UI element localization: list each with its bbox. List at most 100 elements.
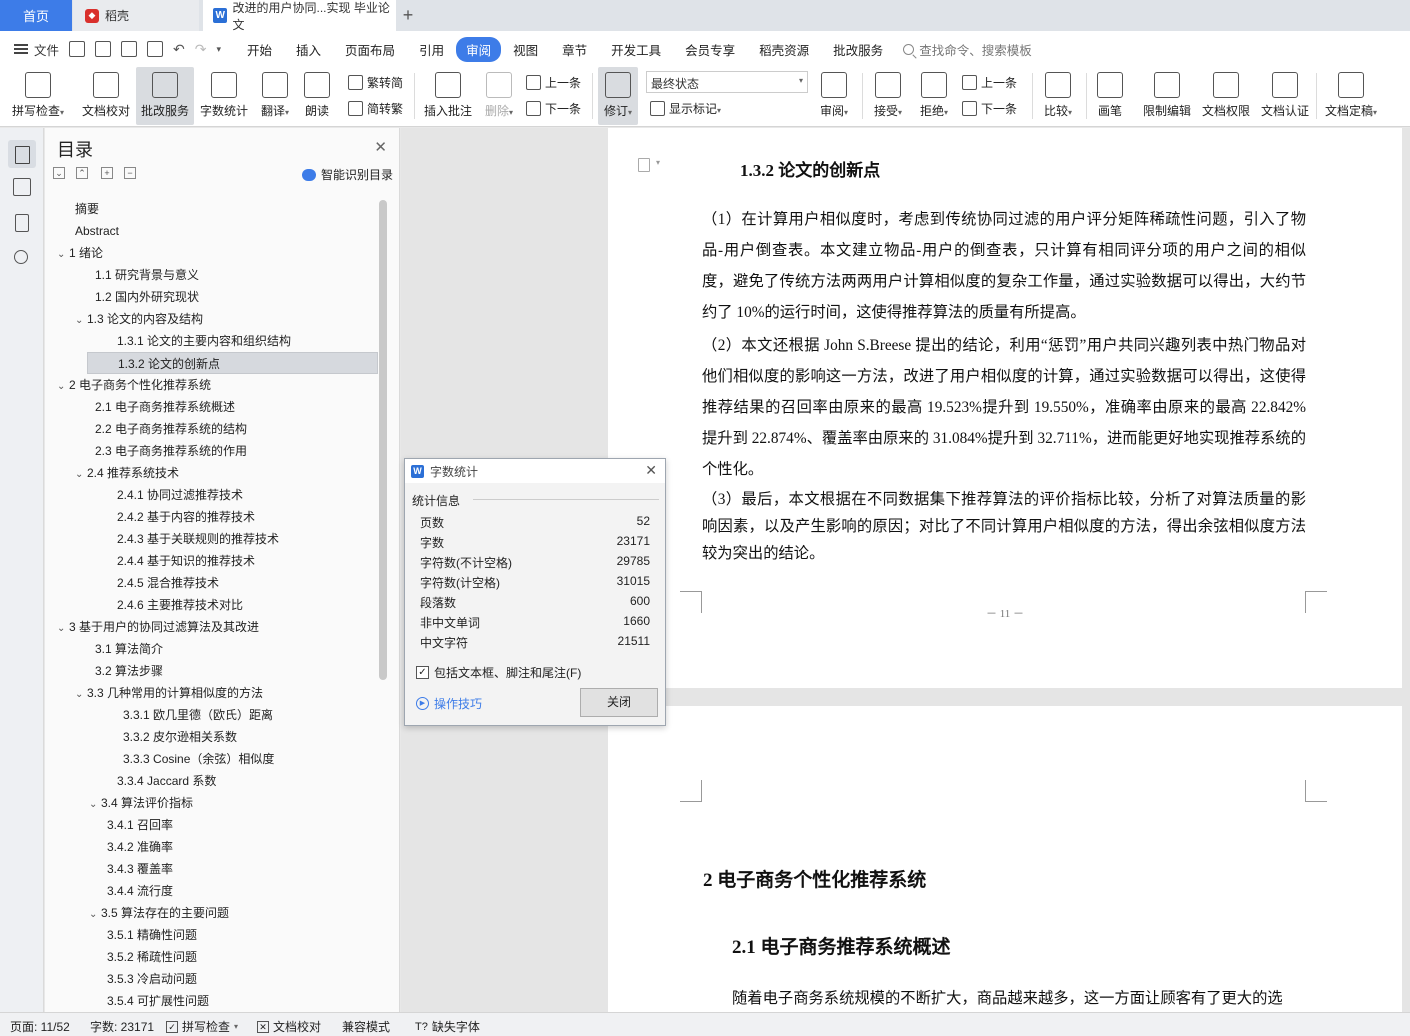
delete-comment-button[interactable]: 删除▾ <box>480 67 518 125</box>
translate-button[interactable]: 翻译▾ <box>255 67 295 125</box>
toc-item[interactable]: 3.4.3 覆盖率 <box>107 858 173 880</box>
export-pdf-icon[interactable] <box>95 41 112 57</box>
chevron-down-icon[interactable]: ⌄ <box>57 244 69 266</box>
toc-item[interactable]: 3.3.3 Cosine（余弦）相似度 <box>123 748 274 770</box>
document-certify-button[interactable]: 文档认证 <box>1258 67 1312 125</box>
menu-item-page-layout[interactable]: 页面布局 <box>333 40 407 59</box>
word-count-indicator[interactable]: 字数: 23171 <box>90 1018 154 1035</box>
toc-item[interactable]: 2.2 电子商务推荐系统的结构 <box>95 418 247 440</box>
page-menu-icon[interactable] <box>638 158 650 172</box>
toc-item[interactable]: 摘要 <box>75 198 99 220</box>
chevron-down-icon[interactable]: ⌄ <box>75 684 87 706</box>
correction-service-button[interactable]: 批改服务 <box>136 67 194 125</box>
new-tab-button[interactable]: + <box>398 0 418 31</box>
toc-scrollbar[interactable] <box>379 200 387 680</box>
add-heading-icon[interactable]: + <box>101 167 113 179</box>
chevron-down-icon[interactable]: ▾ <box>216 44 221 55</box>
menu-item-member[interactable]: 会员专享 <box>673 40 747 59</box>
toc-item[interactable]: 1.1 研究背景与意义 <box>95 264 199 286</box>
expand-up-icon[interactable]: ⌃ <box>76 167 88 179</box>
read-aloud-button[interactable]: 朗读 <box>298 67 336 125</box>
tips-link[interactable]: ▶ 操作技巧 <box>416 695 482 712</box>
toc-item[interactable]: 3.5.3 冷启动问题 <box>107 968 197 990</box>
toc-item[interactable]: 1.2 国内外研究现状 <box>95 286 199 308</box>
review-pane-button[interactable]: 审阅▾ <box>814 67 854 125</box>
compare-button[interactable]: 比较▾ <box>1038 67 1078 125</box>
tab-daoke[interactable]: ◆ 稻壳 <box>73 0 199 31</box>
toc-item[interactable]: 3.5.2 稀疏性问题 <box>107 946 197 968</box>
menu-item-references[interactable]: 引用 <box>407 40 456 59</box>
track-changes-button[interactable]: 修订▾ <box>598 67 638 125</box>
menu-item-developer[interactable]: 开发工具 <box>599 40 673 59</box>
spell-check-button[interactable]: 拼写检查▾ <box>6 67 70 125</box>
previous-change-button[interactable]: 上一条 <box>962 71 1017 93</box>
redo-icon[interactable]: ↷ <box>195 41 207 58</box>
toc-item[interactable]: ⌄ 3 基于用户的协同过滤算法及其改进 <box>57 616 259 638</box>
file-menu[interactable]: 文件 <box>0 40 69 59</box>
toc-item[interactable]: 3.3.2 皮尔逊相关系数 <box>123 726 237 748</box>
tab-document[interactable]: W 改进的用户协同...实现 毕业论文 <box>203 0 396 32</box>
menu-item-review[interactable]: 审阅 <box>456 36 502 62</box>
toc-item[interactable]: ⌄ 3.3 几种常用的计算相似度的方法 <box>75 682 263 704</box>
document-page[interactable]: ▾ 1.3.2 论文的创新点 （1）在计算用户相似度时，考虑到传统协同过滤的用户… <box>608 128 1402 688</box>
toc-item[interactable]: 2.4.3 基于关联规则的推荐技术 <box>117 528 279 550</box>
reject-change-button[interactable]: 拒绝▾ <box>914 67 954 125</box>
close-icon[interactable]: ✕ <box>374 138 387 156</box>
chevron-down-icon[interactable]: ⌄ <box>75 310 87 332</box>
undo-icon[interactable]: ↶ <box>173 41 185 58</box>
show-markup-button[interactable]: 显示标记▾ <box>650 97 721 119</box>
document-permission-button[interactable]: 文档权限 <box>1199 67 1253 125</box>
collapse-all-icon[interactable]: ⌄ <box>53 167 65 179</box>
dialog-titlebar[interactable]: W 字数统计 <box>405 459 665 483</box>
close-icon[interactable]: ✕ <box>645 462 657 479</box>
page-indicator[interactable]: 页面: 11/52 <box>10 1018 70 1035</box>
toc-item[interactable]: Abstract <box>75 220 119 242</box>
document-page[interactable]: 2 电子商务个性化推荐系统 2.1 电子商务推荐系统概述 随着电子商务系统规模的… <box>608 706 1402 1012</box>
toc-item[interactable]: 3.4.4 流行度 <box>107 880 173 902</box>
chevron-down-icon[interactable]: ⌄ <box>75 464 87 486</box>
chevron-down-icon[interactable]: ⌄ <box>89 794 101 816</box>
toc-item[interactable]: 3.2 算法步骤 <box>95 660 163 682</box>
menu-item-start[interactable]: 开始 <box>235 40 284 59</box>
toc-item[interactable]: 2.4.5 混合推荐技术 <box>117 572 219 594</box>
accept-change-button[interactable]: 接受▾ <box>868 67 908 125</box>
toc-item[interactable]: 2.4.1 协同过滤推荐技术 <box>117 484 243 506</box>
tab-home[interactable]: 首页 <box>0 0 72 31</box>
word-count-button[interactable]: 字数统计 <box>196 67 252 125</box>
print-icon[interactable] <box>121 41 138 57</box>
close-button[interactable]: 关闭 <box>580 688 658 717</box>
chevron-down-icon[interactable]: ⌄ <box>57 376 69 398</box>
toc-item[interactable]: ⌄ 2.4 推荐系统技术 <box>75 462 179 484</box>
toc-item[interactable]: 2.1 电子商务推荐系统概述 <box>95 396 235 418</box>
toc-item[interactable]: ⌄ 1.3 论文的内容及结构 <box>75 308 203 330</box>
checkbox-checked-icon[interactable]: ✓ <box>416 666 429 679</box>
finalize-document-button[interactable]: 文档定稿▾ <box>1320 67 1382 125</box>
missing-font-status[interactable]: T? 缺失字体 <box>415 1018 480 1035</box>
toc-panel-icon[interactable] <box>8 140 36 168</box>
toc-item[interactable]: ⌄ 3.4 算法评价指标 <box>89 792 193 814</box>
previous-comment-button[interactable]: 上一条 <box>526 71 581 93</box>
toc-item[interactable]: 2.4.6 主要推荐技术对比 <box>117 594 243 616</box>
chevron-down-icon[interactable]: ⌄ <box>89 904 101 926</box>
chapter-nav-icon[interactable] <box>13 178 31 196</box>
bookmark-icon[interactable] <box>15 214 29 232</box>
print-preview-icon[interactable] <box>147 41 164 57</box>
remove-heading-icon[interactable]: − <box>124 167 136 179</box>
trad-to-simp-button[interactable]: 繁转简 <box>348 71 403 93</box>
toc-item[interactable]: 3.5.1 精确性问题 <box>107 924 197 946</box>
toc-item[interactable]: 3.3.4 Jaccard 系数 <box>117 770 216 792</box>
save-icon[interactable] <box>69 41 86 57</box>
document-proofread-button[interactable]: 文档校对 <box>78 67 134 125</box>
toc-item[interactable]: 3.1 算法简介 <box>95 638 163 660</box>
simp-to-trad-button[interactable]: 简转繁 <box>348 97 403 119</box>
next-change-button[interactable]: 下一条 <box>962 97 1017 119</box>
toc-item[interactable]: 2.3 电子商务推荐系统的作用 <box>95 440 247 462</box>
menu-item-insert[interactable]: 插入 <box>284 40 333 59</box>
menu-item-chapter[interactable]: 章节 <box>550 40 599 59</box>
restrict-editing-button[interactable]: 限制编辑 <box>1140 67 1194 125</box>
insert-comment-button[interactable]: 插入批注 <box>420 67 476 125</box>
menu-item-correction-service[interactable]: 批改服务 <box>821 40 895 59</box>
pen-button[interactable]: 画笔 <box>1092 67 1128 125</box>
toc-item[interactable]: ⌄ 1 绪论 <box>57 242 103 264</box>
toc-item[interactable]: 3.3.1 欧几里德（欧氏）距离 <box>123 704 273 726</box>
